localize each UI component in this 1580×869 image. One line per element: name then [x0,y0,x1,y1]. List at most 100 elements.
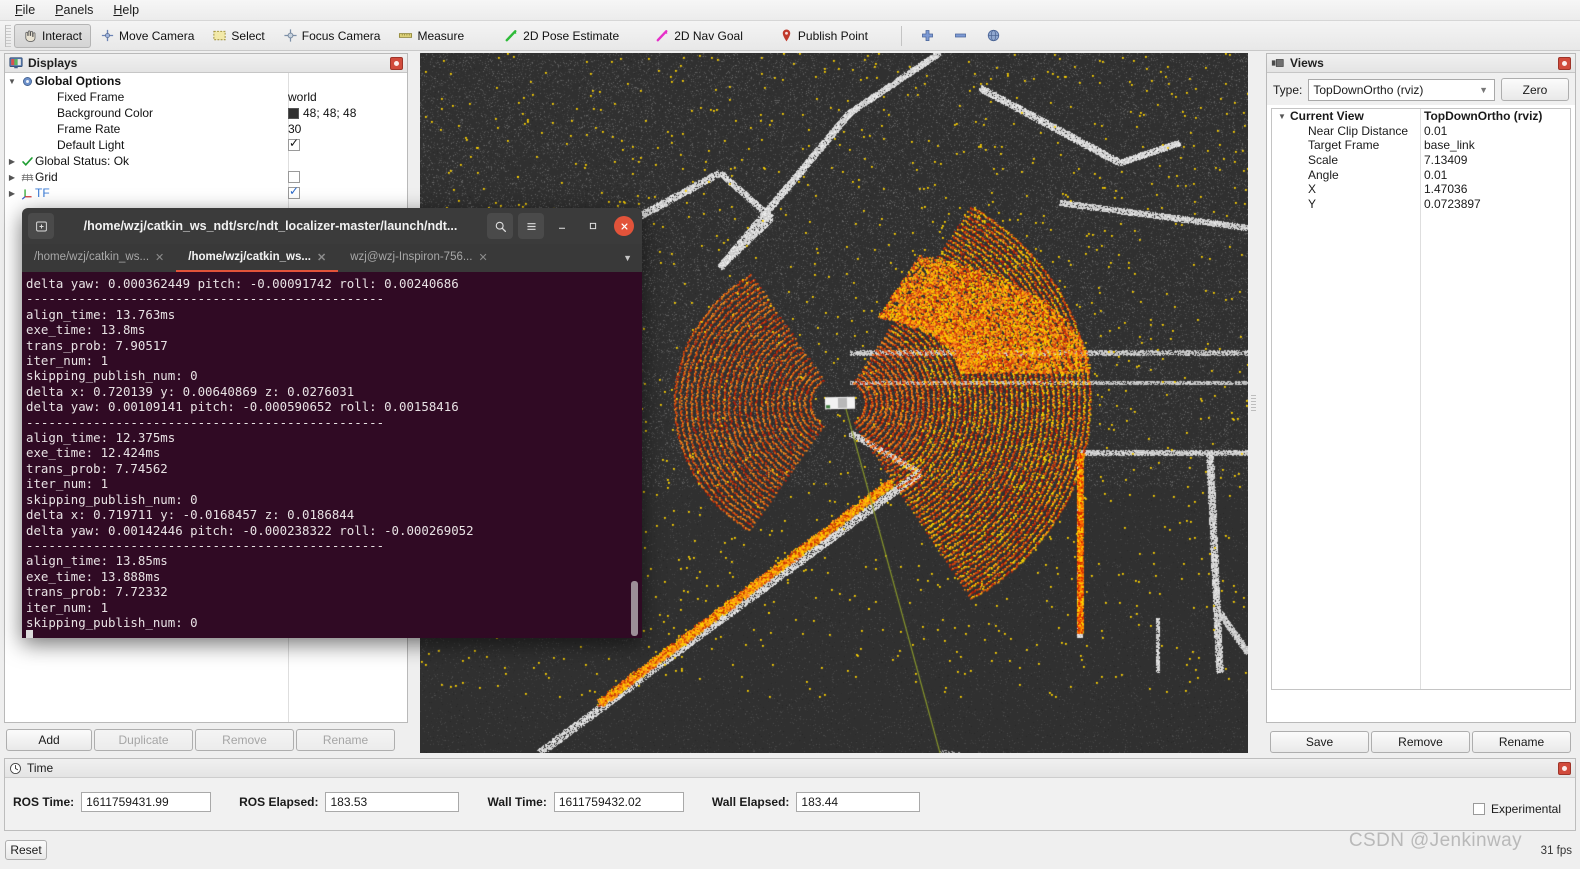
tool-move-camera[interactable]: Move Camera [91,24,203,48]
terminal-cursor [26,630,33,638]
time-fields-row: ROS Time: 1611759431.99 ROS Elapsed: 183.53… [5,778,1575,812]
experimental-checkbox[interactable] [1472,803,1485,815]
button-label: Duplicate [118,733,169,747]
displays-row-fixed-frame[interactable]: Fixed Frame world [5,89,407,105]
displays-row-checkbox[interactable] [288,184,300,199]
displays-row-checkbox[interactable] [288,171,300,183]
tool-focus-camera[interactable]: Focus Camera [274,24,390,48]
terminal-output[interactable]: delta yaw: 0.000362449 pitch: -0.0009174… [22,272,642,638]
terminal-tab-label: /home/wzj/catkin_ws... [34,251,150,263]
tool-select[interactable]: Select [203,24,273,48]
time-field-input-1[interactable]: 183.53 [325,792,460,812]
tool-publish-point[interactable]: Publish Point [770,24,877,48]
displays-row-frame-rate[interactable]: Frame Rate 30 [5,121,407,137]
views-row-y[interactable]: Y 0.0723897 [1272,197,1570,212]
chevron-down-icon[interactable]: ▼ [1278,112,1286,121]
time-field-value: 183.53 [330,795,368,809]
views-row-value[interactable]: 7.13409 [1424,153,1467,167]
views-row-value[interactable]: 0.01 [1424,124,1447,138]
terminal-tab-bar[interactable]: /home/wzj/catkin_ws... ✕/home/wzj/catkin_… [22,244,642,272]
views-row-value[interactable]: base_link [1424,138,1475,152]
time-field-input-3[interactable]: 183.44 [796,792,921,812]
terminal-tab-close-icon[interactable]: ✕ [478,251,487,264]
views-properties-tree[interactable]: ▼ Current View TopDownOrtho (rviz) Near Cli… [1271,108,1571,690]
views-column-divider[interactable] [1420,109,1421,689]
displays-panel-close-icon[interactable] [390,56,403,70]
time-field-label-2: Wall Time: [487,795,547,809]
terminal-scrollbar-thumb[interactable] [631,581,638,636]
time-field-value: 1611759432.02 [558,795,642,809]
displays-row-value[interactable] [288,184,300,199]
displays-row-value[interactable]: 30 [288,122,301,136]
tool-zoom-out[interactable] [944,24,977,48]
terminal-tab-2[interactable]: wzj@wzj-Inspiron-756... ✕ [338,244,499,272]
time-panel-close-icon[interactable] [1558,761,1571,775]
views-row-angle[interactable]: Angle 0.01 [1272,167,1570,182]
views-row-scale[interactable]: Scale 7.13409 [1272,153,1570,168]
views-row-value[interactable]: 1.47036 [1424,182,1467,196]
menu-item-file[interactable]: File [6,1,44,19]
displays-row-value[interactable] [288,171,300,183]
time-field-input-2[interactable]: 1611759432.02 [553,792,684,812]
tool-2d-pose-estimate[interactable]: 2D Pose Estimate [495,24,628,48]
terminal-titlebar[interactable]: /home/wzj/catkin_ws_ndt/src/ndt_localize… [22,208,642,244]
displays-row-global-status-ok[interactable]: ▶ Global Status: Ok [5,153,407,169]
add-display-button[interactable]: Add [6,729,92,751]
views-row-value[interactable]: TopDownOrtho (rviz) [1424,109,1542,123]
toolbar-drag-handle[interactable] [5,24,11,47]
viewport-right-splitter[interactable] [1251,395,1256,411]
displays-row-grid[interactable]: ▶ Grid [5,169,407,185]
views-row-value[interactable]: 0.0723897 [1424,197,1481,211]
views-row-target-frame[interactable]: Target Frame base_link [1272,138,1570,153]
chevron-down-icon[interactable]: ▼ [5,77,19,86]
chevron-right-icon[interactable]: ▶ [5,173,19,182]
maximize-icon[interactable] [580,213,606,239]
terminal-tab-1[interactable]: /home/wzj/catkin_ws... ✕ [176,244,339,272]
chevron-right-icon[interactable]: ▶ [5,189,19,198]
displays-row-checkbox[interactable] [288,136,300,151]
views-row-value[interactable]: 0.01 [1424,168,1447,182]
remove-view-button[interactable]: Remove [1371,731,1470,753]
zero-button[interactable]: Zero [1501,78,1569,101]
views-row-x[interactable]: X 1.47036 [1272,182,1570,197]
displays-row-background-color[interactable]: Background Color 48; 48; 48 [5,105,407,121]
views-panel-close-icon[interactable] [1558,56,1571,70]
tab-list-caret-icon[interactable]: ▼ [613,244,642,272]
views-row-near-clip-distance[interactable]: Near Clip Distance 0.01 [1272,124,1570,139]
displays-row-value[interactable]: world [288,90,317,104]
terminal-tab-close-icon[interactable]: ✕ [317,251,326,264]
menu-item-panels[interactable]: Panels [46,1,102,19]
terminal-window[interactable]: /home/wzj/catkin_ws_ndt/src/ndt_localize… [22,208,642,638]
hamburger-menu-icon[interactable] [518,213,544,239]
new-tab-icon[interactable] [28,213,54,239]
displays-row-value[interactable]: 48; 48; 48 [288,106,356,120]
color-swatch[interactable] [288,107,299,119]
tool-globe-view[interactable] [977,24,1010,48]
views-row-label: Angle [1308,167,1339,182]
experimental-row[interactable]: Experimental [1472,802,1561,816]
views-row-current-view[interactable]: ▼ Current View TopDownOrtho (rviz) [1272,109,1570,124]
save-view-button[interactable]: Save [1270,731,1369,753]
time-field-input-0[interactable]: 1611759431.99 [81,792,212,812]
terminal-tab-label: /home/wzj/catkin_ws... [188,251,311,263]
tool-zoom-in[interactable] [911,24,944,48]
views-button-row: Save Remove Rename [1270,731,1572,753]
window-close-icon[interactable] [614,216,634,236]
rename-view-button[interactable]: Rename [1472,731,1571,753]
displays-row-label: Grid [35,170,58,184]
terminal-tab-0[interactable]: /home/wzj/catkin_ws... ✕ [22,244,176,272]
chevron-right-icon[interactable]: ▶ [5,157,19,166]
tool-interact[interactable]: Interact [14,23,92,48]
displays-row-value[interactable] [288,136,300,151]
search-icon[interactable] [487,213,513,239]
displays-row-tf[interactable]: ▶ TF [5,184,407,201]
displays-row-global-options[interactable]: ▼ Global Options [5,73,407,89]
displays-row-default-light[interactable]: Default Light [5,136,407,153]
reset-button[interactable]: Reset [5,840,47,860]
minimize-icon[interactable] [549,213,575,239]
view-type-combobox[interactable]: TopDownOrtho (rviz) ▼ [1308,78,1495,101]
tool-measure[interactable]: Measure [389,24,473,48]
terminal-tab-close-icon[interactable]: ✕ [155,251,164,264]
menu-item-help[interactable]: Help [104,1,148,19]
tool-2d-nav-goal[interactable]: 2D Nav Goal [646,24,752,48]
